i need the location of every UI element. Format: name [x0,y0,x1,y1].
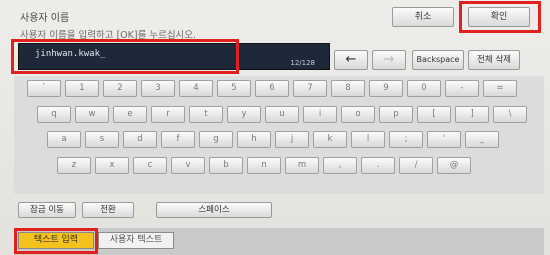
key[interactable]: - [445,80,479,97]
key[interactable]: t [189,106,223,123]
key[interactable]: c [133,157,167,174]
key[interactable]: v [171,157,205,174]
key[interactable]: 4 [179,80,213,97]
key[interactable]: 8 [331,80,365,97]
key[interactable]: / [399,157,433,174]
key[interactable]: b [209,157,243,174]
key[interactable]: p [379,106,413,123]
key[interactable]: m [285,157,319,174]
key[interactable]: 5 [217,80,251,97]
key[interactable]: i [303,106,337,123]
key[interactable]: x [95,157,129,174]
lock-move-button[interactable]: 잠금 이동 [18,202,76,218]
key[interactable]: 0 [407,80,441,97]
cursor-left-button[interactable]: ← [334,50,368,70]
key[interactable]: @ [437,157,471,174]
key[interactable]: ] [455,106,489,123]
key[interactable]: \ [493,106,527,123]
key[interactable]: a [47,131,81,148]
key[interactable]: ` [27,80,61,97]
space-button[interactable]: 스페이스 [156,202,272,218]
input-highlight [11,39,239,74]
key[interactable]: d [123,131,157,148]
key[interactable]: j [275,131,309,148]
left-arrow-icon: ← [345,52,357,67]
key[interactable]: . [361,157,395,174]
cursor-right-button[interactable]: → [372,50,406,70]
key[interactable]: _ [465,131,499,148]
key[interactable]: f [161,131,195,148]
ok-button-highlight [459,1,541,33]
key[interactable]: n [247,157,281,174]
key[interactable]: 2 [103,80,137,97]
key[interactable]: 1 [65,80,99,97]
page-title: 사용자 이름 [20,13,70,24]
key[interactable]: 3 [141,80,175,97]
key[interactable]: [ [417,106,451,123]
right-arrow-icon: → [383,52,395,67]
tab-highlight [14,228,98,254]
key[interactable]: u [265,106,299,123]
key[interactable]: ' [427,131,461,148]
key[interactable]: h [237,131,271,148]
key[interactable]: r [151,106,185,123]
character-counter: 12/128 [290,59,315,67]
backspace-button[interactable]: Backspace [412,50,464,70]
key[interactable]: o [341,106,375,123]
key[interactable]: , [323,157,357,174]
key[interactable]: y [227,106,261,123]
key[interactable]: 9 [369,80,403,97]
key[interactable]: w [75,106,109,123]
key[interactable]: l [351,131,385,148]
key[interactable]: q [37,106,71,123]
key[interactable]: e [113,106,147,123]
key[interactable]: 7 [293,80,327,97]
key[interactable]: k [313,131,347,148]
key[interactable]: 6 [255,80,289,97]
screen: 사용자 이름 사용자 이름을 입력하고 [OK]를 누르십시오. 취소 확인 j… [0,0,550,255]
delete-all-button[interactable]: 전체 삭제 [468,50,520,70]
tab-user-text[interactable]: 사용자 텍스트 [98,232,174,249]
key[interactable]: z [57,157,91,174]
key[interactable]: s [85,131,119,148]
switch-button[interactable]: 전환 [82,202,134,218]
cancel-button[interactable]: 취소 [392,7,454,27]
key[interactable]: g [199,131,233,148]
key[interactable]: = [483,80,517,97]
key[interactable]: ; [389,131,423,148]
